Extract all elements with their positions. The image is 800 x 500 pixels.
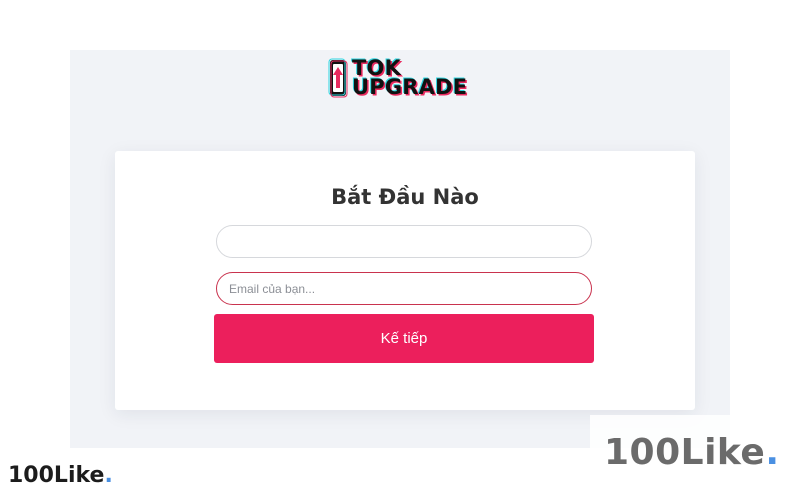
logo-line-2: UPGRADE: [352, 75, 468, 99]
watermark-small-text: 100Like: [8, 463, 105, 488]
watermark-large: 100Like.: [604, 432, 780, 473]
logo-wordmark: TOK UPGRADE: [352, 58, 468, 99]
first-input[interactable]: [216, 225, 592, 258]
tok-upgrade-logo-icon: [328, 58, 348, 98]
watermark-large-dot: .: [765, 432, 780, 473]
next-button[interactable]: Kế tiếp: [214, 314, 594, 363]
main-panel: TOK UPGRADE Bắt Đầu Nào Kế tiếp: [70, 50, 730, 448]
watermark-small: 100Like.: [8, 463, 113, 488]
card-title: Bắt Đầu Nào: [331, 185, 479, 209]
login-card: Bắt Đầu Nào Kế tiếp: [115, 151, 695, 410]
watermark-small-dot: .: [104, 463, 113, 488]
tok-upgrade-logo: TOK UPGRADE: [328, 56, 480, 100]
page: TOK UPGRADE Bắt Đầu Nào Kế tiếp 100Like.…: [0, 0, 800, 500]
email-input[interactable]: [216, 272, 592, 305]
watermark-large-text: 100Like: [604, 432, 766, 473]
